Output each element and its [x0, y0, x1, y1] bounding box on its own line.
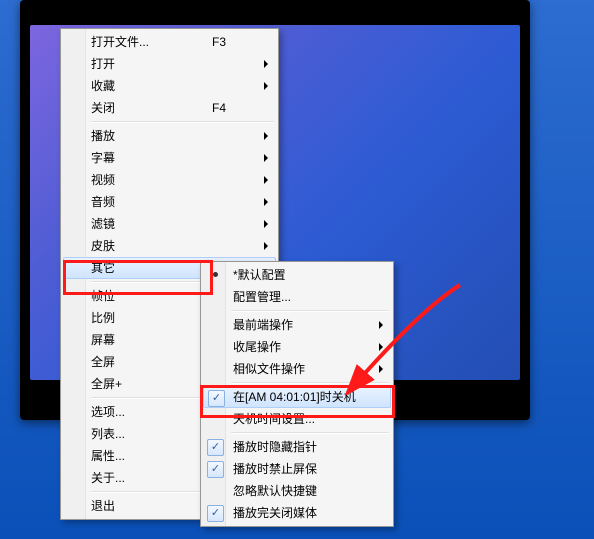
menu-label: 播放时禁止屏保 — [233, 458, 391, 480]
submenu-hide-pointer[interactable]: ✓ 播放时隐藏指针 — [203, 436, 391, 458]
menu-label: 退出 — [91, 495, 212, 517]
chevron-right-icon — [264, 242, 268, 250]
menu-label: 相似文件操作 — [233, 358, 391, 380]
submenu-on-close[interactable]: 收尾操作 — [203, 336, 391, 358]
menu-shortcut: F4 — [212, 97, 276, 119]
submenu-ignore-default-hotkeys[interactable]: 忽略默认快捷键 — [203, 480, 391, 502]
menu-label: 视频 — [91, 169, 276, 191]
chevron-right-icon — [264, 60, 268, 68]
menu-label: 字幕 — [91, 147, 276, 169]
menu-label: 播放完关闭媒体 — [233, 502, 391, 524]
menu-label: 配置管理... — [233, 286, 391, 308]
menu-label: 天机时间设置... — [233, 408, 391, 430]
menu-label: 播放时隐藏指针 — [233, 436, 391, 458]
menu-label: 列表... — [91, 423, 212, 445]
menu-video[interactable]: 视频 — [63, 169, 276, 191]
menu-label: 皮肤 — [91, 235, 276, 257]
menu-separator — [231, 382, 389, 384]
radio-dot-icon — [213, 272, 218, 277]
chevron-right-icon — [379, 365, 383, 373]
menu-label: 忽略默认快捷键 — [233, 480, 391, 502]
menu-label: 滤镜 — [91, 213, 276, 235]
submenu-topmost[interactable]: 最前端操作 — [203, 314, 391, 336]
menu-subtitle[interactable]: 字幕 — [63, 147, 276, 169]
other-submenu: *默认配置 配置管理... 最前端操作 收尾操作 相似文件操作 ✓ 在[AM 0… — [200, 261, 394, 527]
menu-label: 收藏 — [91, 75, 276, 97]
menu-filter[interactable]: 滤镜 — [63, 213, 276, 235]
menu-label: *默认配置 — [233, 264, 391, 286]
menu-label: 选项... — [91, 401, 212, 423]
menu-label: 关于... — [91, 467, 212, 489]
chevron-right-icon — [379, 343, 383, 351]
menu-close[interactable]: 关闭 F4 — [63, 97, 276, 119]
chevron-right-icon — [379, 321, 383, 329]
submenu-shutdown-time-set[interactable]: 天机时间设置... — [203, 408, 391, 430]
menu-label: 全屏+ — [91, 373, 212, 395]
menu-label: 关闭 — [91, 97, 212, 119]
chevron-right-icon — [264, 82, 268, 90]
check-icon: ✓ — [207, 505, 224, 522]
submenu-config-manage[interactable]: 配置管理... — [203, 286, 391, 308]
menu-audio[interactable]: 音频 — [63, 191, 276, 213]
menu-label: 打开文件... — [91, 31, 212, 53]
menu-label: 最前端操作 — [233, 314, 391, 336]
submenu-close-media-on-finish[interactable]: ✓ 播放完关闭媒体 — [203, 502, 391, 524]
menu-open[interactable]: 打开 — [63, 53, 276, 75]
menu-label: 收尾操作 — [233, 336, 391, 358]
menu-label: 打开 — [91, 53, 276, 75]
submenu-default-config[interactable]: *默认配置 — [203, 264, 391, 286]
menu-open-file[interactable]: 打开文件... F3 — [63, 31, 276, 53]
submenu-shutdown-at[interactable]: ✓ 在[AM 04:01:01]时关机 — [203, 386, 391, 408]
menu-label: 在[AM 04:01:01]时关机 — [233, 387, 390, 407]
check-icon: ✓ — [208, 390, 225, 407]
menu-separator — [231, 310, 389, 312]
menu-separator — [91, 121, 274, 123]
menu-label: 播放 — [91, 125, 276, 147]
chevron-right-icon — [264, 154, 268, 162]
chevron-right-icon — [264, 198, 268, 206]
check-icon: ✓ — [207, 461, 224, 478]
submenu-similar-files[interactable]: 相似文件操作 — [203, 358, 391, 380]
menu-shortcut: F3 — [212, 31, 276, 53]
menu-favorites[interactable]: 收藏 — [63, 75, 276, 97]
menu-skin[interactable]: 皮肤 — [63, 235, 276, 257]
menu-label: 音频 — [91, 191, 276, 213]
menu-label: 全屏 — [91, 351, 212, 373]
chevron-right-icon — [264, 132, 268, 140]
chevron-right-icon — [264, 220, 268, 228]
menu-play[interactable]: 播放 — [63, 125, 276, 147]
menu-separator — [231, 432, 389, 434]
submenu-disable-screensaver[interactable]: ✓ 播放时禁止屏保 — [203, 458, 391, 480]
chevron-right-icon — [264, 176, 268, 184]
check-icon: ✓ — [207, 439, 224, 456]
menu-label: 属性... — [91, 445, 212, 467]
